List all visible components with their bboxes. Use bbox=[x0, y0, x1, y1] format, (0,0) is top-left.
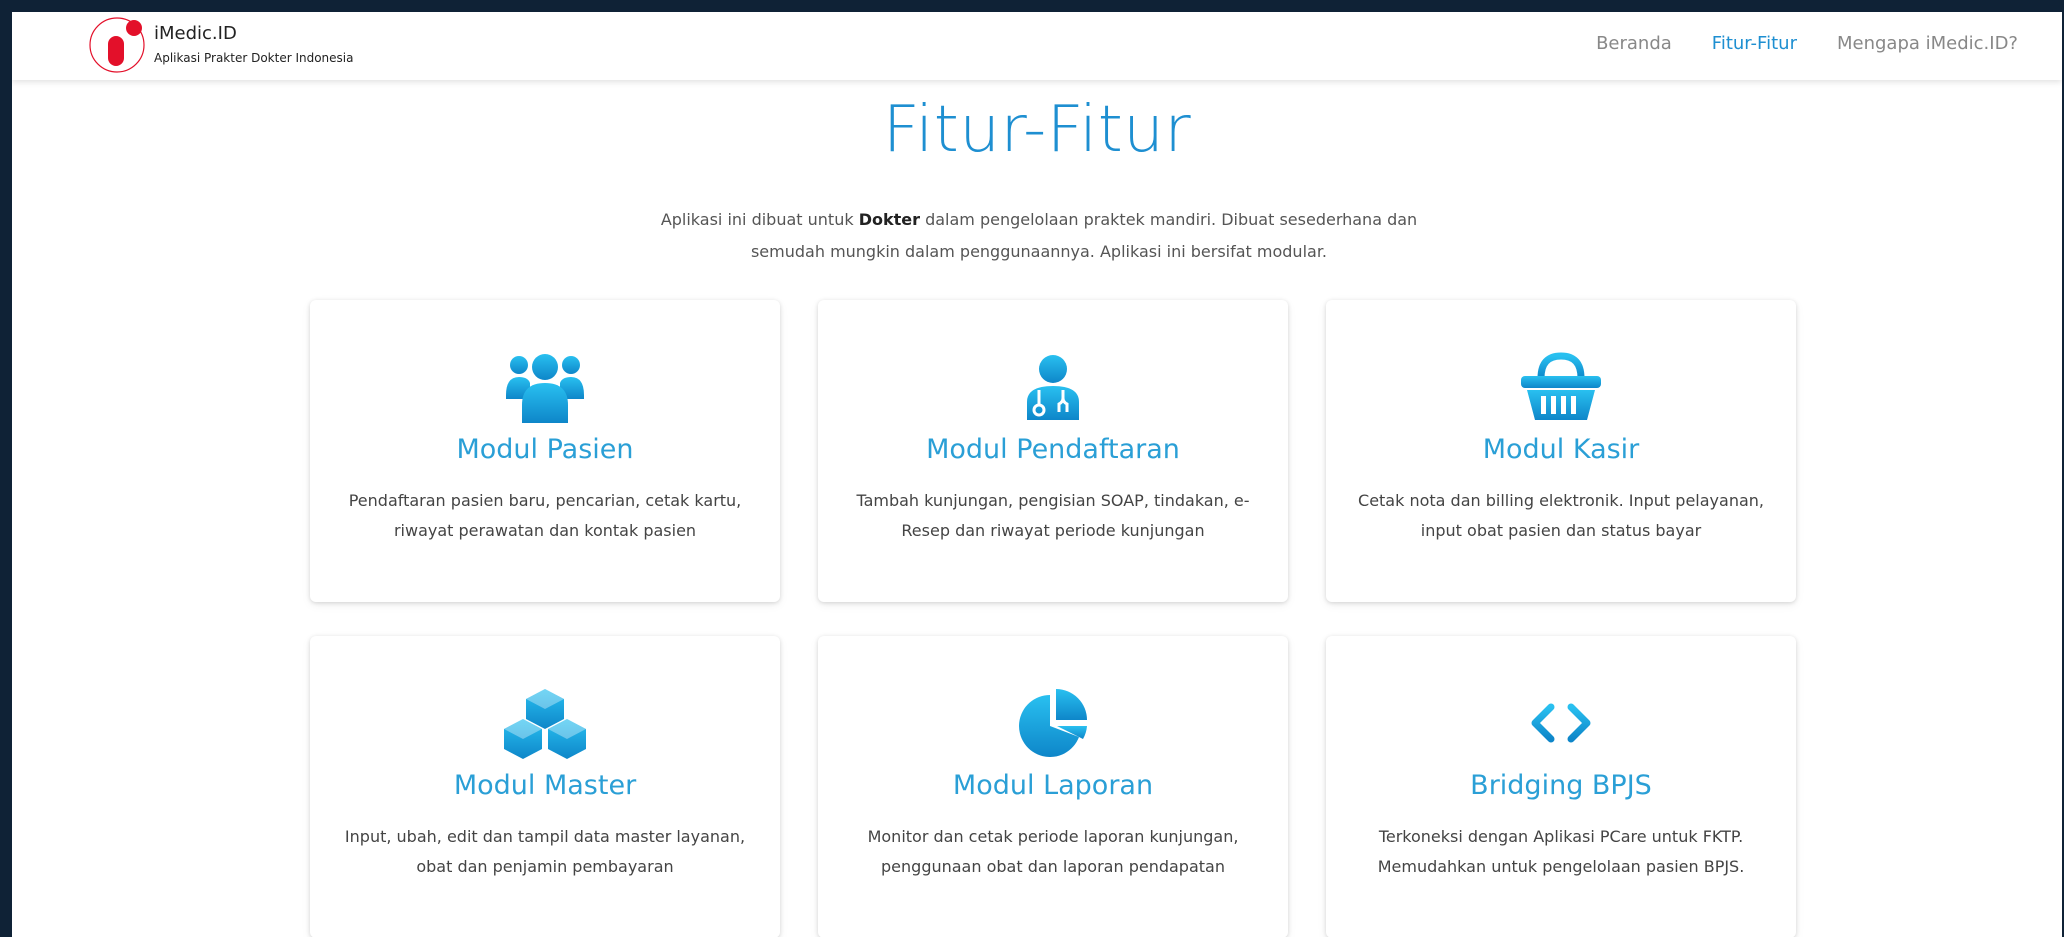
feature-desc: Tambah kunjungan, pengisian SOAP, tindak… bbox=[856, 491, 1250, 540]
doctor-icon bbox=[1027, 355, 1079, 420]
feature-desc: Terkoneksi dengan Aplikasi PCare untuk F… bbox=[1377, 827, 1745, 876]
intro-text: Aplikasi ini dibuat untuk Dokter dalam p… bbox=[644, 204, 1434, 268]
feature-desc: Monitor dan cetak periode laporan kunjun… bbox=[867, 827, 1239, 876]
users-icon bbox=[506, 354, 584, 423]
page-frame: iMedic.ID Aplikasi Prakter Dokter Indone… bbox=[12, 12, 2062, 937]
feature-desc: Pendaftaran pasien baru, pencarian, ceta… bbox=[348, 491, 742, 540]
feature-title: Modul Pendaftaran bbox=[926, 434, 1180, 465]
feature-desc: Cetak nota dan billing elektronik. Input… bbox=[1358, 491, 1764, 540]
pie-chart-icon bbox=[1019, 689, 1087, 757]
nav-beranda[interactable]: Beranda bbox=[1596, 33, 1672, 54]
brand-link[interactable]: iMedic.ID Aplikasi Prakter Dokter Indone… bbox=[88, 15, 353, 75]
feature-title: Bridging BPJS bbox=[1470, 770, 1652, 801]
code-icon bbox=[1531, 703, 1591, 743]
feature-card-pendaftaran: Modul Pendaftaran Tambah kunjungan, peng… bbox=[818, 300, 1288, 602]
basket-icon bbox=[1521, 352, 1601, 420]
brand-tagline: Aplikasi Prakter Dokter Indonesia bbox=[154, 51, 354, 65]
brand-name: iMedic.ID bbox=[154, 23, 237, 44]
feature-card-kasir: Modul Kasir Cetak nota dan billing elekt… bbox=[1326, 300, 1796, 602]
page-title: Fitur-Fitur bbox=[882, 93, 1192, 167]
intro-before: Aplikasi ini dibuat untuk bbox=[660, 210, 859, 229]
feature-card-master: Modul Master Input, ubah, edit dan tampi… bbox=[310, 636, 780, 937]
imedic-logo-icon bbox=[89, 17, 145, 73]
cubes-icon bbox=[504, 689, 586, 759]
intro-bold: Dokter bbox=[858, 210, 920, 229]
feature-card-pasien: Modul Pasien Pendaftaran pasien baru, pe… bbox=[310, 300, 780, 602]
feature-desc: Input, ubah, edit dan tampil data master… bbox=[344, 827, 746, 876]
feature-title: Modul Laporan bbox=[952, 770, 1154, 801]
feature-title: Modul Master bbox=[453, 770, 637, 801]
nav-mengapa[interactable]: Mengapa iMedic.ID? bbox=[1837, 33, 2018, 54]
feature-title: Modul Kasir bbox=[1482, 434, 1640, 465]
nav-menu: Beranda Fitur-Fitur Mengapa iMedic.ID? bbox=[1556, 12, 2018, 74]
nav-fitur-fitur[interactable]: Fitur-Fitur bbox=[1712, 33, 1797, 54]
feature-card-bpjs: Bridging BPJS Terkoneksi dengan Aplikasi… bbox=[1326, 636, 1796, 937]
navbar: iMedic.ID Aplikasi Prakter Dokter Indone… bbox=[12, 12, 2062, 80]
feature-title: Modul Pasien bbox=[456, 434, 634, 465]
feature-card-laporan: Modul Laporan Monitor dan cetak periode … bbox=[818, 636, 1288, 937]
